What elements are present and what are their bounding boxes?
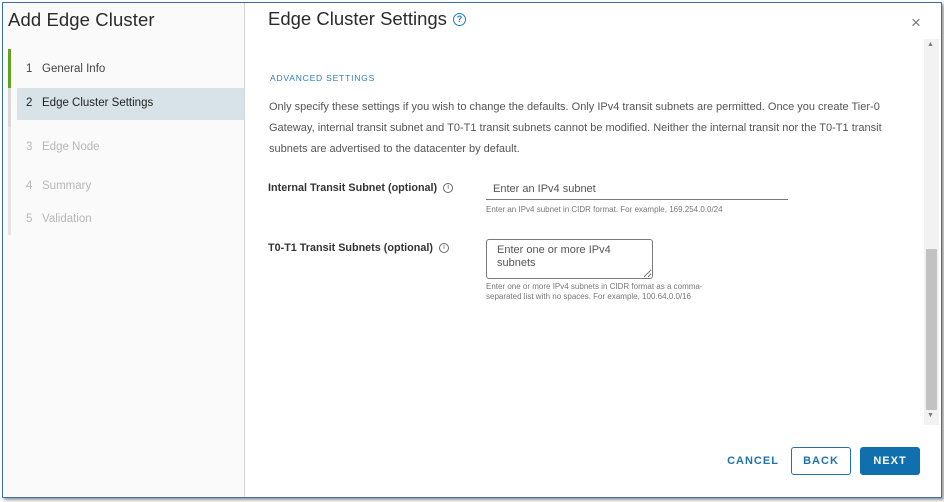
step-edge-cluster-settings[interactable]: 2 Edge Cluster Settings	[8, 88, 244, 127]
field-label-text: Internal Transit Subnet (optional)	[268, 182, 438, 194]
wizard-steps: 1 General Info 2 Edge Cluster Settings 3…	[8, 49, 244, 235]
hint-line: separated list with no spaces. For examp…	[486, 292, 692, 301]
vertical-scrollbar[interactable]: ▲ ▼	[924, 39, 939, 425]
step-number: 2	[26, 97, 33, 109]
step-number: 3	[26, 140, 33, 153]
t0-t1-transit-subnets-textarea[interactable]	[486, 239, 653, 279]
scroll-up-arrow-icon[interactable]: ▲	[927, 41, 934, 48]
help-icon[interactable]: ?	[452, 12, 466, 26]
step-general-info[interactable]: 1 General Info	[8, 49, 244, 88]
internal-transit-subnet-hint: Enter an IPv4 subnet in CIDR format. For…	[486, 205, 723, 214]
step-number: 5	[26, 213, 33, 225]
advanced-settings-heading: ADVANCED SETTINGS	[270, 73, 376, 83]
step-edge-node: 3 Edge Node	[8, 127, 244, 166]
back-button[interactable]: BACK	[791, 447, 851, 475]
step-label: Validation	[42, 213, 92, 225]
step-summary: 4 Summary	[8, 166, 244, 205]
step-label: Summary	[42, 179, 92, 192]
internal-transit-subnet-input[interactable]	[486, 179, 788, 200]
t0-t1-transit-subnets-label: T0-T1 Transit Subnets (optional) i	[268, 242, 449, 254]
hint-line: Enter one or more IPv4 subnets in CIDR f…	[486, 282, 703, 291]
dialog-title: Add Edge Cluster	[8, 9, 155, 30]
wizard-sidebar: Add Edge Cluster 1 General Info 2 Edge C…	[3, 3, 245, 497]
next-button[interactable]: NEXT	[860, 447, 920, 475]
scrollbar-thumb[interactable]	[926, 249, 937, 410]
step-number: 4	[26, 179, 33, 192]
step-number: 1	[26, 62, 33, 75]
advanced-settings-description: Only specify these settings if you wish …	[269, 101, 882, 155]
step-label: Edge Cluster Settings	[42, 97, 154, 109]
cancel-button[interactable]: CANCEL	[721, 447, 785, 475]
scroll-down-arrow-icon[interactable]: ▼	[927, 412, 934, 419]
close-icon[interactable]: ×	[911, 13, 921, 33]
add-edge-cluster-dialog: Add Edge Cluster 1 General Info 2 Edge C…	[2, 2, 942, 498]
page-title-text: Edge Cluster Settings	[268, 8, 447, 29]
field-label-text: T0-T1 Transit Subnets (optional)	[268, 242, 433, 254]
page-title: Edge Cluster Settings ?	[268, 8, 466, 30]
info-icon[interactable]: i	[443, 183, 454, 193]
info-icon[interactable]: i	[438, 243, 449, 253]
internal-transit-subnet-label: Internal Transit Subnet (optional) i	[268, 182, 454, 194]
step-validation: 5 Validation	[8, 205, 244, 235]
step-label: General Info	[42, 62, 106, 75]
step-label: Edge Node	[42, 140, 100, 153]
t0-t1-transit-subnets-hint: Enter one or more IPv4 subnets in CIDR f…	[486, 282, 703, 302]
